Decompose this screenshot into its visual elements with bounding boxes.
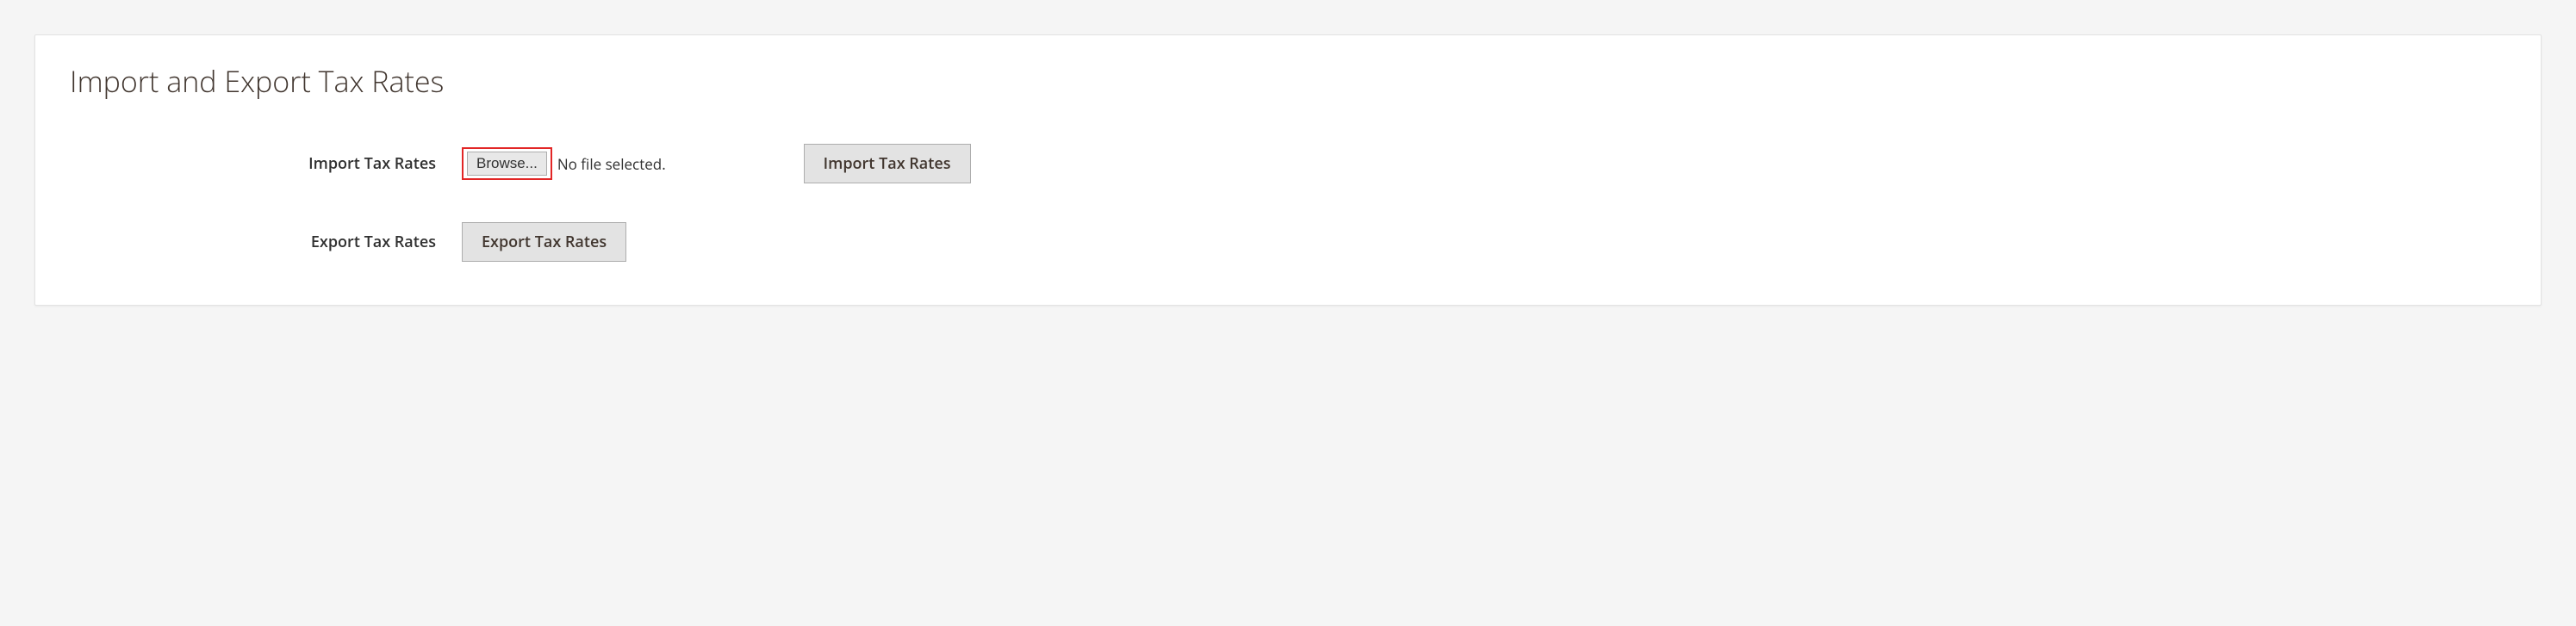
import-label: Import Tax Rates xyxy=(70,153,462,174)
panel-title: Import and Export Tax Rates xyxy=(70,61,2506,101)
file-status-text: No file selected. xyxy=(557,154,666,174)
export-row: Export Tax Rates Export Tax Rates xyxy=(70,222,2506,262)
export-controls: Export Tax Rates xyxy=(462,222,626,262)
browse-highlight-wrapper: Browse... xyxy=(462,147,552,180)
import-tax-rates-button[interactable]: Import Tax Rates xyxy=(804,144,971,183)
import-controls: Browse... No file selected. Import Tax R… xyxy=(462,144,971,183)
export-label: Export Tax Rates xyxy=(70,232,462,252)
export-tax-rates-button[interactable]: Export Tax Rates xyxy=(462,222,626,262)
import-row: Import Tax Rates Browse... No file selec… xyxy=(70,144,2506,183)
browse-button[interactable]: Browse... xyxy=(467,152,547,176)
tax-rates-panel: Import and Export Tax Rates Import Tax R… xyxy=(34,34,2542,306)
